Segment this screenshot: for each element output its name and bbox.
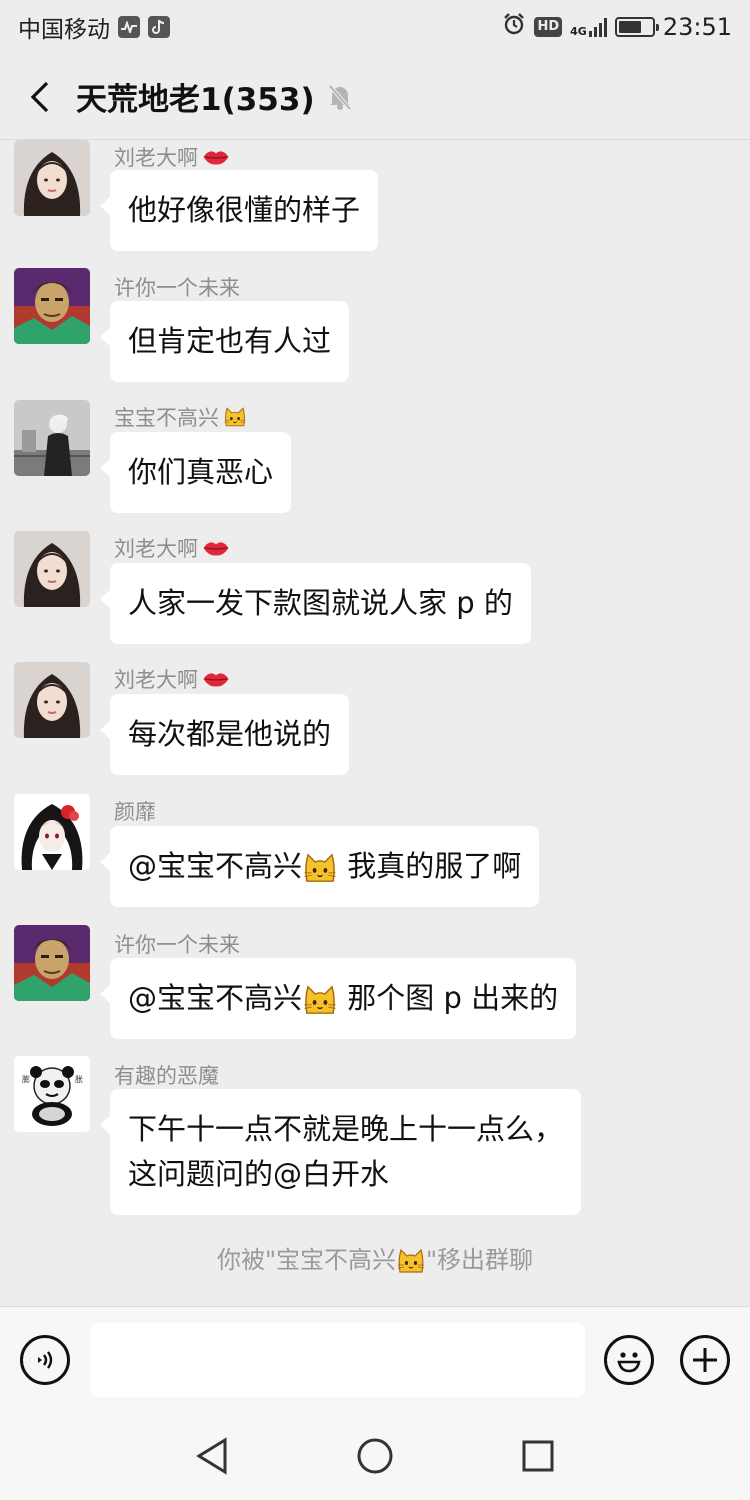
nav-home-button[interactable] — [345, 1426, 405, 1486]
emoji-button[interactable] — [604, 1335, 654, 1385]
mention-text: @宝宝不高兴 — [128, 849, 303, 883]
message-text: 人家一发下款图就说人家 p 的 — [128, 586, 513, 620]
message-text-line-2: 这问题问的@白开水 — [128, 1157, 390, 1191]
clock: 23:51 — [662, 13, 732, 41]
tiktok-icon — [148, 16, 170, 38]
battery-icon — [614, 17, 659, 37]
sender-label: 有趣的恶魔 — [114, 1064, 219, 1088]
chevron-left-icon — [30, 81, 49, 112]
lips-icon — [202, 539, 230, 557]
avatar[interactable] — [14, 925, 90, 1001]
system-notice: 你被"宝宝不高兴 "移出群聊 — [0, 1240, 750, 1276]
sender-label: 宝宝不高兴 — [114, 406, 219, 430]
lips-icon — [202, 670, 230, 688]
avatar[interactable] — [14, 662, 90, 738]
network-indicator: 4G — [570, 17, 607, 37]
sender-label: 刘老大啊 — [114, 668, 198, 692]
sender-name: 刘老大啊 — [114, 142, 230, 172]
message-bubble[interactable]: 每次都是他说的 — [99, 694, 350, 775]
message-bubble[interactable]: 下午十一点不就是晚上十一点么， 这问题问的@白开水 — [99, 1089, 582, 1215]
message-bubble[interactable]: 他好像很懂的样子 — [99, 170, 379, 251]
avatar[interactable] — [14, 400, 90, 476]
message-text: 他好像很懂的样子 — [128, 193, 361, 227]
message-text-line-1: 下午十一点不就是晚上十一点么， — [128, 1112, 564, 1146]
carrier-label: 中国移动 — [18, 17, 110, 43]
message-bubble[interactable]: 人家一发下款图就说人家 p 的 — [100, 563, 531, 644]
battery-fill — [618, 21, 642, 33]
message-text: 那个图 p 出来的 — [338, 981, 559, 1015]
voice-icon — [38, 1351, 53, 1369]
sender-label: 刘老大啊 — [114, 146, 198, 170]
cat-icon — [396, 1246, 426, 1276]
sender-name: 有趣的恶魔 — [114, 1060, 219, 1090]
cat-icon — [223, 405, 247, 429]
sender-label: 刘老大啊 — [114, 537, 198, 561]
message-input[interactable] — [90, 1323, 585, 1397]
system-notice-text: 你被"宝宝不高兴 — [216, 1246, 396, 1274]
sender-name: 许你一个未来 — [114, 272, 240, 302]
message-bubble[interactable]: 但肯定也有人过 — [99, 301, 350, 382]
more-button[interactable] — [680, 1335, 730, 1385]
status-right: HD 4G 23:51 — [502, 12, 732, 42]
input-bar — [0, 1306, 750, 1412]
message-text: 每次都是他说的 — [128, 717, 332, 751]
avatar[interactable] — [14, 1056, 90, 1132]
hd-badge: HD — [534, 17, 563, 37]
message-text: 你们真恶心 — [128, 455, 274, 489]
signal-icon — [588, 17, 607, 37]
network-type: 4G — [570, 25, 587, 38]
sender-label: 许你一个未来 — [114, 276, 240, 300]
status-bar: 中国移动 HD 4G 23:51 — [0, 0, 750, 54]
nav-back-button[interactable] — [182, 1426, 242, 1486]
nav-recents-button[interactable] — [508, 1426, 568, 1486]
mute-bell-icon — [327, 83, 353, 111]
system-notice-text-end: "移出群聊 — [426, 1246, 534, 1274]
message-bubble[interactable]: @宝宝不高兴 那个图 p 出来的 — [99, 958, 577, 1039]
back-button[interactable] — [20, 67, 60, 127]
cat-icon — [302, 850, 338, 886]
mention-text: @宝宝不高兴 — [128, 981, 303, 1015]
activity-icon — [118, 16, 140, 38]
message-text: 但肯定也有人过 — [128, 324, 332, 358]
plus-icon — [693, 1348, 717, 1372]
voice-button[interactable] — [20, 1335, 70, 1385]
cat-icon — [302, 982, 338, 1018]
message-bubble[interactable]: 你们真恶心 — [99, 432, 292, 513]
alarm-icon — [502, 12, 526, 42]
sender-label: 许你一个未来 — [114, 933, 240, 957]
sender-name: 刘老大啊 — [114, 664, 230, 694]
lips-icon — [202, 148, 230, 166]
avatar[interactable] — [14, 794, 90, 870]
system-nav-bar — [0, 1412, 750, 1500]
sender-name: 许你一个未来 — [114, 929, 240, 959]
triangle-back-icon — [195, 1437, 227, 1475]
chat-header: 天荒地老1(353) — [0, 54, 750, 140]
message-text: 我真的服了啊 — [338, 849, 522, 883]
sender-name: 宝宝不高兴 — [114, 402, 247, 432]
message-bubble[interactable]: @宝宝不高兴 我真的服了啊 — [99, 826, 540, 907]
avatar[interactable] — [14, 140, 90, 216]
sender-name: 刘老大啊 — [114, 533, 230, 563]
circle-home-icon — [357, 1438, 393, 1474]
avatar[interactable] — [14, 268, 90, 344]
square-recents-icon — [522, 1440, 554, 1472]
chat-title[interactable]: 天荒地老1(353) — [76, 74, 315, 119]
sender-name: 颜靡 — [114, 796, 156, 826]
smiley-icon — [617, 1352, 641, 1373]
status-left: 中国移动 — [18, 10, 170, 44]
sender-label: 颜靡 — [114, 800, 156, 824]
avatar[interactable] — [14, 531, 90, 607]
